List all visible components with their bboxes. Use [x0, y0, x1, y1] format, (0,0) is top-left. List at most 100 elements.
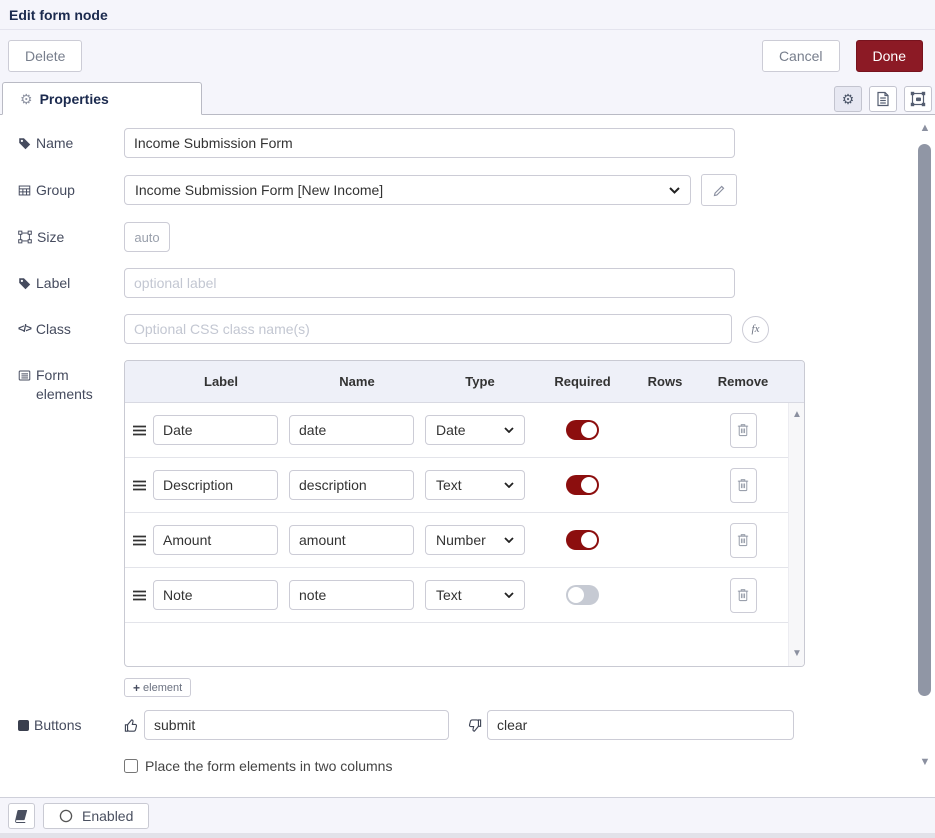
clear-button-label-input[interactable]	[487, 710, 794, 740]
size-auto-button[interactable]: auto	[124, 222, 170, 252]
tab-bar: ⚙ Properties ⚙	[0, 82, 935, 115]
required-toggle[interactable]	[566, 530, 599, 550]
element-label-input[interactable]	[153, 470, 278, 500]
dialog-toolbar: Delete Cancel Done	[0, 30, 935, 82]
gear-icon: ⚙	[20, 92, 33, 106]
form-elements-label: Form elements	[18, 360, 124, 404]
trash-icon	[737, 588, 749, 602]
cancel-button[interactable]: Cancel	[762, 40, 840, 72]
element-label-input[interactable]	[153, 415, 278, 445]
class-label: </> Class	[18, 320, 124, 339]
scroll-up-icon[interactable]: ▲	[917, 122, 933, 134]
drag-handle[interactable]	[133, 480, 146, 491]
drag-handle[interactable]	[133, 425, 146, 436]
trash-icon	[737, 533, 749, 547]
element-type-select[interactable]: Text	[425, 470, 525, 500]
element-name-input[interactable]	[289, 470, 414, 500]
done-button[interactable]: Done	[856, 40, 923, 72]
submit-button-label-input[interactable]	[144, 710, 449, 740]
description-tab-button[interactable]	[869, 86, 897, 112]
remove-element-button[interactable]	[730, 413, 757, 448]
dialog-footer: Enabled	[0, 797, 935, 833]
name-input[interactable]	[124, 128, 735, 158]
size-row: Size auto	[18, 222, 935, 252]
chevron-down-icon	[504, 592, 514, 598]
name-label: Name	[18, 134, 124, 153]
form-elements-table: Label Name Type Required Rows Remove Dat…	[124, 360, 805, 667]
scroll-down-icon[interactable]: ▼	[917, 756, 933, 768]
square-icon	[18, 720, 29, 731]
code-icon: </>	[18, 320, 31, 339]
two-columns-row: Place the form elements in two columns	[124, 758, 935, 774]
required-toggle[interactable]	[566, 420, 599, 440]
element-label-input[interactable]	[153, 525, 278, 555]
element-name-input[interactable]	[289, 525, 414, 555]
tab-properties[interactable]: ⚙ Properties	[2, 82, 202, 115]
drag-handle[interactable]	[133, 535, 146, 546]
pencil-icon	[713, 184, 726, 197]
table-row: Text	[125, 458, 788, 513]
chevron-down-icon	[504, 482, 514, 488]
panel-scrollbar[interactable]: ▲ ▼	[917, 118, 933, 790]
remove-element-button[interactable]	[730, 523, 757, 558]
element-type-select[interactable]: Number	[425, 525, 525, 555]
scroll-up-icon[interactable]: ▲	[789, 408, 805, 422]
header-rows: Rows	[630, 374, 700, 389]
chevron-down-icon	[504, 537, 514, 543]
two-columns-label: Place the form elements in two columns	[145, 758, 392, 774]
object-group-icon	[18, 230, 32, 244]
appearance-tab-button[interactable]	[904, 86, 932, 112]
name-row: Name	[18, 128, 935, 158]
class-input[interactable]	[124, 314, 732, 344]
element-label-input[interactable]	[153, 580, 278, 610]
bottom-strip	[0, 833, 935, 838]
plus-icon: +	[133, 681, 140, 695]
table-row: Number	[125, 513, 788, 568]
remove-element-button[interactable]	[730, 578, 757, 613]
remove-element-button[interactable]	[730, 468, 757, 503]
size-label: Size	[18, 228, 124, 247]
enabled-label: Enabled	[82, 808, 133, 824]
tab-properties-label: Properties	[40, 91, 109, 107]
thumbs-up-icon	[124, 718, 139, 733]
chevron-down-icon	[504, 427, 514, 433]
required-toggle[interactable]	[566, 475, 599, 495]
node-help-button[interactable]	[8, 803, 35, 829]
group-row: Group Income Submission Form [New Income…	[18, 174, 935, 206]
enabled-toggle-button[interactable]: Enabled	[43, 803, 149, 829]
circle-icon	[59, 809, 73, 823]
edit-group-button[interactable]	[701, 174, 737, 206]
gear-icon: ⚙	[842, 92, 855, 106]
book-icon	[15, 809, 28, 823]
two-columns-checkbox[interactable]	[124, 759, 138, 773]
delete-button[interactable]: Delete	[8, 40, 82, 72]
add-element-button[interactable]: + element	[124, 678, 191, 697]
scroll-down-icon[interactable]: ▼	[789, 647, 805, 661]
tag-icon	[18, 137, 31, 150]
form-elements-row: Form elements Label Name Type Required R…	[18, 360, 935, 667]
class-row: </> Class fx	[18, 314, 935, 344]
element-name-input[interactable]	[289, 415, 414, 445]
table-header: Label Name Type Required Rows Remove	[125, 361, 804, 403]
properties-tab-button[interactable]: ⚙	[834, 86, 862, 112]
group-select-value: Income Submission Form [New Income]	[135, 182, 383, 198]
drag-handle[interactable]	[133, 590, 146, 601]
group-select[interactable]: Income Submission Form [New Income]	[124, 175, 691, 205]
list-icon	[18, 369, 31, 382]
label-input[interactable]	[124, 268, 735, 298]
element-name-input[interactable]	[289, 580, 414, 610]
required-toggle[interactable]	[566, 585, 599, 605]
element-type-select[interactable]: Text	[425, 580, 525, 610]
dialog-header: Edit form node	[0, 0, 935, 30]
properties-panel: Name Group Income Submission Form [New I…	[0, 115, 935, 797]
label-row: Label	[18, 268, 935, 298]
tab-icon-buttons: ⚙	[834, 86, 932, 112]
header-name: Name	[289, 374, 425, 389]
edit-form-node-dialog: Edit form node Delete Cancel Done ⚙ Prop…	[0, 0, 935, 838]
element-type-select[interactable]: Date	[425, 415, 525, 445]
table-scrollbar[interactable]: ▲ ▼	[788, 403, 804, 666]
thumbs-down-icon	[467, 718, 482, 733]
fx-button[interactable]: fx	[742, 316, 769, 343]
buttons-row: Buttons	[18, 710, 935, 740]
scrollbar-thumb[interactable]	[918, 144, 931, 696]
